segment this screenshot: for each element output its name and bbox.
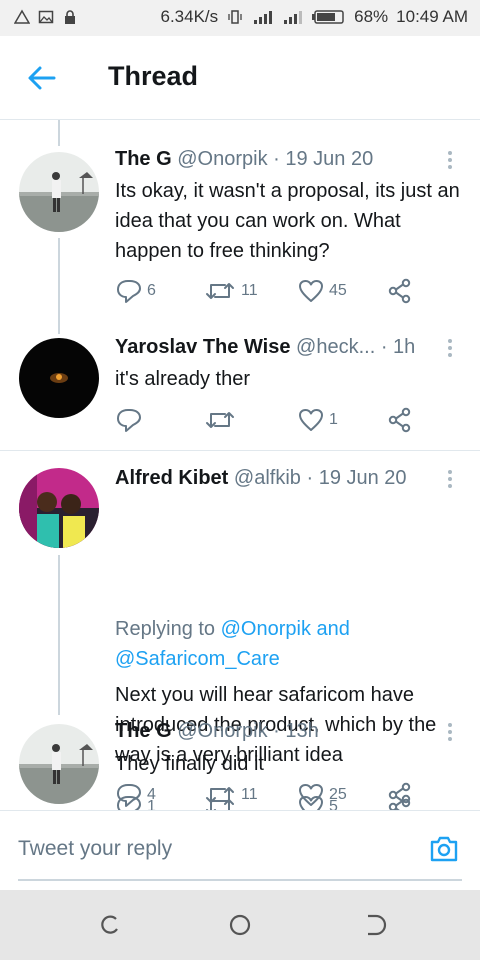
- heart-icon: [299, 280, 323, 302]
- back-icon[interactable]: [362, 912, 388, 938]
- timestamp: 19 Jun 20: [285, 148, 374, 170]
- battery-level: 68%: [354, 7, 389, 26]
- retweet-icon: [206, 799, 234, 810]
- share-icon: [388, 278, 411, 304]
- heart-icon: [299, 409, 323, 431]
- tweet-actions: 6 11 45: [115, 278, 435, 306]
- vibrate-icon: [228, 10, 242, 24]
- tweet-text: Its okay, it wasn't a proposal, its just…: [115, 180, 460, 262]
- tweet[interactable]: Yaroslav The Wise @heck... · 1h it's alr…: [0, 328, 480, 450]
- recent-apps-icon[interactable]: [96, 912, 122, 938]
- like-count: 1: [329, 411, 338, 428]
- lock-icon: [65, 10, 75, 24]
- share-icon: [388, 407, 411, 433]
- share-button[interactable]: [387, 794, 413, 810]
- signal-icon-1: [254, 11, 273, 24]
- status-bar: 6.34K/s 68% 10:49 AM: [0, 0, 480, 36]
- handle[interactable]: @Onorpik: [177, 720, 267, 742]
- tweet-actions: 1: [115, 407, 435, 435]
- share-button[interactable]: [387, 278, 413, 304]
- more-options-icon[interactable]: [440, 722, 460, 742]
- clock: 10:49 AM: [396, 7, 468, 26]
- replying-to[interactable]: Replying to @Onorpik and @Safaricom_Care: [115, 614, 464, 674]
- like-count: 5: [329, 798, 338, 810]
- handle[interactable]: @alfkib: [234, 467, 301, 489]
- share-icon: [388, 794, 411, 810]
- top-app-bar: Thread: [0, 36, 480, 120]
- back-arrow-icon[interactable]: [26, 64, 58, 92]
- warning-icon: [14, 9, 30, 24]
- reply-icon: [117, 280, 141, 303]
- thread-list[interactable]: The G @Onorpik · 19 Jun 20 Its okay, it …: [0, 120, 480, 810]
- network-speed: 6.34K/s: [160, 7, 219, 26]
- like-button[interactable]: 5: [297, 794, 338, 810]
- tweet-header: The G @Onorpik · 19 Jun 20: [115, 148, 374, 170]
- signal-icon-2: [284, 11, 303, 24]
- heart-icon: [299, 796, 323, 810]
- handle[interactable]: @Onorpik: [177, 148, 267, 170]
- like-button[interactable]: 1: [297, 407, 338, 433]
- share-button[interactable]: [387, 407, 413, 433]
- tweet[interactable]: The G @Onorpik · 19 Jun 20 Its okay, it …: [0, 120, 480, 334]
- reply-composer: Tweet your reply: [0, 810, 480, 890]
- replying-prefix: Replying to: [115, 618, 221, 640]
- camera-icon[interactable]: [428, 833, 460, 865]
- reply-icon: [117, 796, 141, 810]
- display-name[interactable]: The G: [115, 720, 172, 742]
- tweet-text: They finally did it: [115, 753, 264, 775]
- timestamp: 13h: [285, 720, 319, 742]
- retweet-button[interactable]: [203, 407, 241, 433]
- system-navigation-bar: [0, 890, 480, 960]
- retweet-button[interactable]: 11: [203, 278, 258, 304]
- tweet[interactable]: The G @Onorpik · 13h They finally did it…: [0, 711, 480, 810]
- like-button[interactable]: 45: [297, 278, 347, 304]
- reply-icon: [117, 409, 141, 432]
- tweet-header: Yaroslav The Wise @heck... · 1h: [115, 336, 416, 358]
- home-icon[interactable]: [227, 912, 253, 938]
- more-options-icon[interactable]: [440, 150, 460, 170]
- avatar[interactable]: [19, 724, 99, 804]
- thread-connector: [58, 238, 60, 334]
- retweet-button[interactable]: [203, 794, 241, 810]
- image-icon: [38, 10, 54, 24]
- page-title: Thread: [108, 61, 199, 91]
- like-count: 45: [329, 282, 347, 299]
- battery-icon: [312, 10, 344, 24]
- avatar[interactable]: [19, 152, 99, 232]
- reply-input-underline: [18, 879, 462, 881]
- tweet-actions: 1 5: [115, 794, 435, 810]
- avatar[interactable]: [19, 468, 99, 548]
- retweet-count: 11: [241, 282, 258, 299]
- tweet-text: it's already ther: [115, 368, 250, 390]
- reply-count: 6: [147, 282, 156, 299]
- more-options-icon[interactable]: [440, 469, 460, 489]
- reply-count: 1: [147, 798, 156, 810]
- timestamp: 19 Jun 20: [318, 467, 407, 489]
- timestamp: 1h: [393, 336, 416, 358]
- tweet-header: The G @Onorpik · 13h: [115, 720, 319, 742]
- display-name[interactable]: Alfred Kibet: [115, 467, 228, 489]
- retweet-icon: [206, 283, 234, 299]
- display-name[interactable]: The G: [115, 148, 172, 170]
- reply-button[interactable]: [115, 407, 147, 433]
- avatar[interactable]: [19, 338, 99, 418]
- reply-button[interactable]: 1: [115, 794, 156, 810]
- display-name[interactable]: Yaroslav The Wise: [115, 336, 290, 358]
- handle[interactable]: @heck...: [296, 336, 375, 358]
- thread-connector: [58, 555, 60, 715]
- reply-input[interactable]: Tweet your reply: [18, 837, 172, 861]
- reply-button[interactable]: 6: [115, 278, 156, 304]
- tweet-header: Alfred Kibet @alfkib · 19 Jun 20: [115, 467, 407, 489]
- more-options-icon[interactable]: [440, 338, 460, 358]
- tweet[interactable]: Alfred Kibet @alfkib · 19 Jun 20 Replyin…: [0, 451, 480, 808]
- retweet-icon: [206, 412, 234, 428]
